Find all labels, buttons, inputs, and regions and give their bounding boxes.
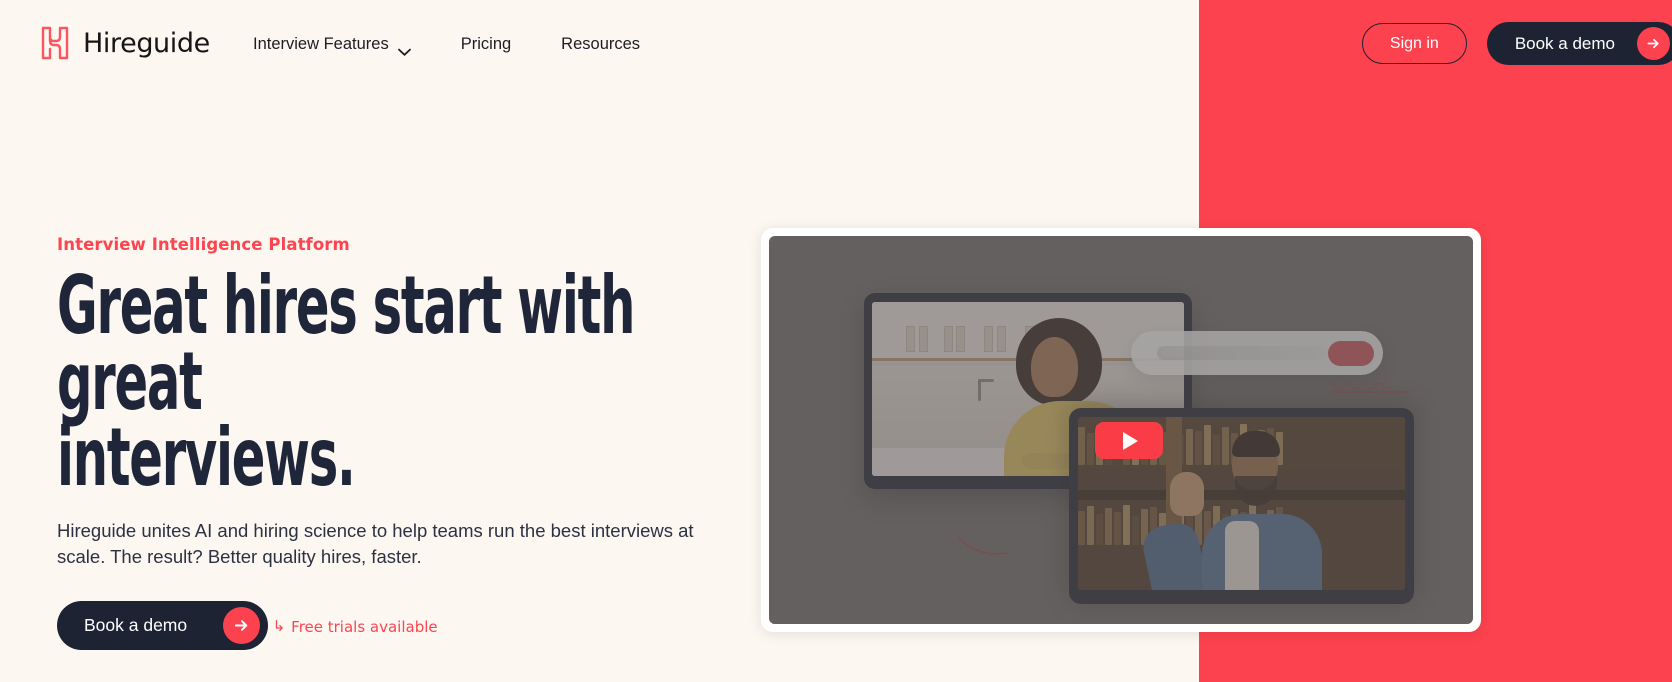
hero-section: Interview Intelligence Platform Great hi… — [57, 235, 758, 651]
play-button[interactable] — [1095, 422, 1163, 459]
nav-item-pricing[interactable]: Pricing — [461, 31, 511, 58]
nav-label: Pricing — [460, 35, 512, 53]
hireguide-h-mark-icon — [40, 26, 70, 60]
hero-subtext: Hireguide unites AI and hiring science t… — [57, 520, 694, 568]
book-demo-label: Book a demo — [84, 615, 188, 636]
arrow-right-icon — [1637, 27, 1670, 60]
brand-logo[interactable]: Hireguide — [40, 26, 210, 60]
nav-item-resources[interactable]: Resources — [561, 31, 640, 58]
page-root: Hireguide Interview Features Pricing Res… — [0, 0, 1672, 682]
arrow-right-icon — [223, 607, 261, 645]
corner-arrow-icon: ↳ — [272, 617, 286, 636]
headline-line-2: interviews. — [57, 411, 356, 504]
floating-search-pill — [1131, 331, 1383, 375]
free-trials-label: Free trials available — [291, 617, 438, 636]
site-header: Hireguide Interview Features Pricing Res… — [0, 0, 1672, 88]
video-thumbnail — [769, 236, 1473, 624]
sign-in-button[interactable]: Sign in — [1361, 23, 1467, 64]
hero-cta-group: Book a demo ↳ Free trials available — [57, 601, 757, 651]
chevron-down-icon — [397, 42, 411, 56]
swoosh-decoration-icon — [958, 537, 1008, 555]
book-demo-button-hero[interactable]: Book a demo — [57, 601, 269, 651]
hero-eyebrow: Interview Intelligence Platform — [57, 235, 350, 254]
page-title: Great hires start with great interviews. — [57, 266, 758, 498]
play-icon — [1123, 431, 1138, 450]
nav-label: Interview Features — [253, 35, 389, 53]
nav-label: Resources — [561, 35, 641, 53]
book-demo-label: Book a demo — [1514, 33, 1615, 53]
pill-red-chip — [1328, 340, 1374, 366]
book-demo-button-header[interactable]: Book a demo — [1486, 22, 1672, 65]
hero-video-card[interactable] — [761, 228, 1481, 632]
brand-name: Hireguide — [83, 27, 210, 59]
free-trials-link[interactable]: ↳ Free trials available — [273, 618, 438, 636]
header-actions: Sign in Book a demo — [1361, 22, 1672, 65]
waving-hand — [1169, 472, 1204, 517]
pill-ghost-text — [1157, 346, 1328, 360]
nav-item-interview-features[interactable]: Interview Features — [253, 31, 411, 58]
participant-2-figure — [1202, 513, 1323, 590]
headline-line-1: Great hires start with great — [57, 259, 635, 428]
main-nav: Interview Features Pricing Resources — [253, 31, 640, 58]
red-underline — [1331, 391, 1409, 393]
